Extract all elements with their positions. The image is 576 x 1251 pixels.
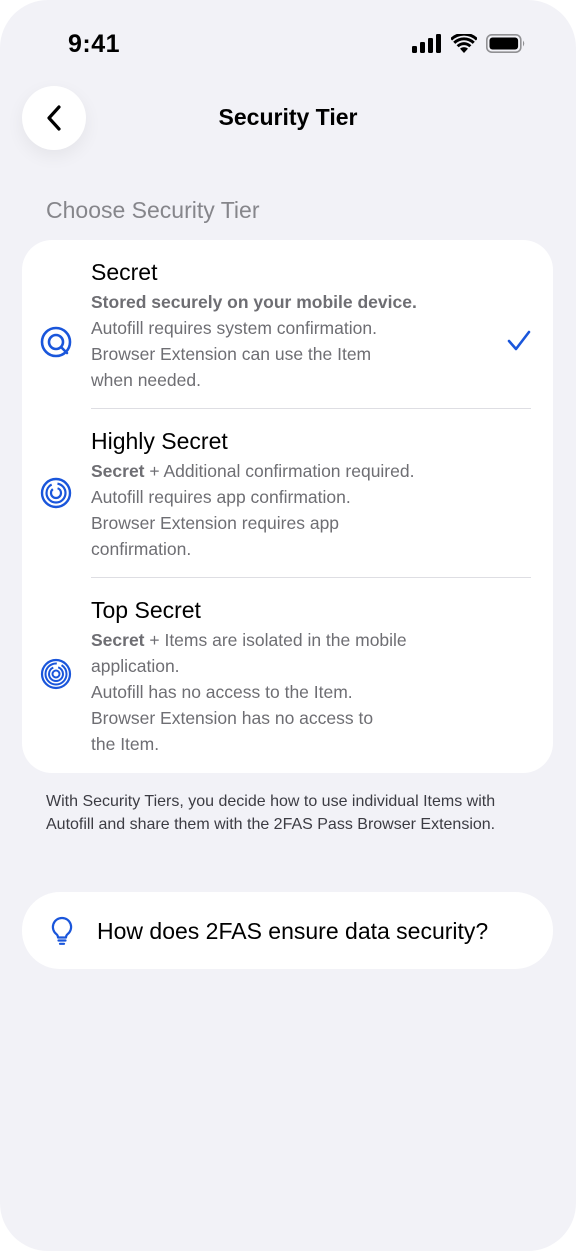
tier-option-top-secret[interactable]: Top Secret Secret + Items are isolated i… bbox=[22, 596, 553, 766]
tier-line: Browser Extension has no access to bbox=[91, 708, 374, 728]
divider bbox=[91, 577, 531, 578]
data-security-info-button[interactable]: How does 2FAS ensure data security? bbox=[22, 892, 553, 969]
tier-description: Stored securely on your mobile device. A… bbox=[91, 289, 471, 393]
security-tier-list: Secret Stored securely on your mobile de… bbox=[22, 240, 553, 773]
tier-line: the Item. bbox=[91, 734, 160, 754]
highly-secret-tier-icon bbox=[40, 477, 72, 509]
tier-line: Autofill has no access to the Item. bbox=[91, 682, 353, 702]
page-title: Security Tier bbox=[218, 104, 358, 130]
top-secret-tier-icon bbox=[40, 658, 72, 690]
tier-line: confirmation. bbox=[91, 539, 192, 559]
cellular-signal-icon bbox=[412, 34, 441, 53]
checkmark-icon bbox=[507, 330, 531, 351]
tier-description: Secret + Additional confirmation require… bbox=[91, 458, 471, 562]
tier-line: when needed. bbox=[91, 370, 201, 390]
tier-lead-rest: + Additional confirmation required. bbox=[144, 461, 415, 481]
tier-lead: Secret bbox=[91, 461, 145, 481]
tier-title: Secret bbox=[91, 259, 158, 285]
wifi-icon bbox=[451, 34, 477, 53]
section-header: Choose Security Tier bbox=[46, 197, 260, 223]
tier-line: Autofill requires system confirmation. bbox=[91, 318, 377, 338]
battery-icon bbox=[486, 34, 525, 53]
tier-option-highly-secret[interactable]: Highly Secret Secret + Additional confir… bbox=[22, 427, 553, 577]
info-link-label: How does 2FAS ensure data security? bbox=[97, 918, 489, 944]
status-time: 9:41 bbox=[68, 30, 121, 58]
tier-line: application. bbox=[91, 656, 180, 676]
tier-lead: Secret bbox=[91, 630, 145, 650]
lightbulb-icon bbox=[51, 916, 73, 945]
tier-lead: Stored securely on your mobile device. bbox=[91, 292, 417, 312]
phone-screen: 9:41 Security Tier Choose Security Tier bbox=[0, 0, 576, 1251]
divider bbox=[91, 408, 531, 409]
tier-lead-rest: + Items are isolated in the mobile bbox=[144, 630, 407, 650]
tier-description: Secret + Items are isolated in the mobil… bbox=[91, 627, 471, 757]
secret-tier-icon bbox=[40, 326, 72, 358]
tier-line: Browser Extension can use the Item bbox=[91, 344, 372, 364]
status-icons bbox=[412, 34, 526, 53]
footnote: With Security Tiers, you decide how to u… bbox=[46, 793, 496, 833]
tier-title: Top Secret bbox=[91, 597, 201, 623]
tier-line: Autofill requires app confirmation. bbox=[91, 487, 351, 507]
tier-option-secret[interactable]: Secret Stored securely on your mobile de… bbox=[22, 258, 553, 408]
tier-line: Browser Extension requires app bbox=[91, 513, 340, 533]
tier-title: Highly Secret bbox=[91, 428, 228, 454]
